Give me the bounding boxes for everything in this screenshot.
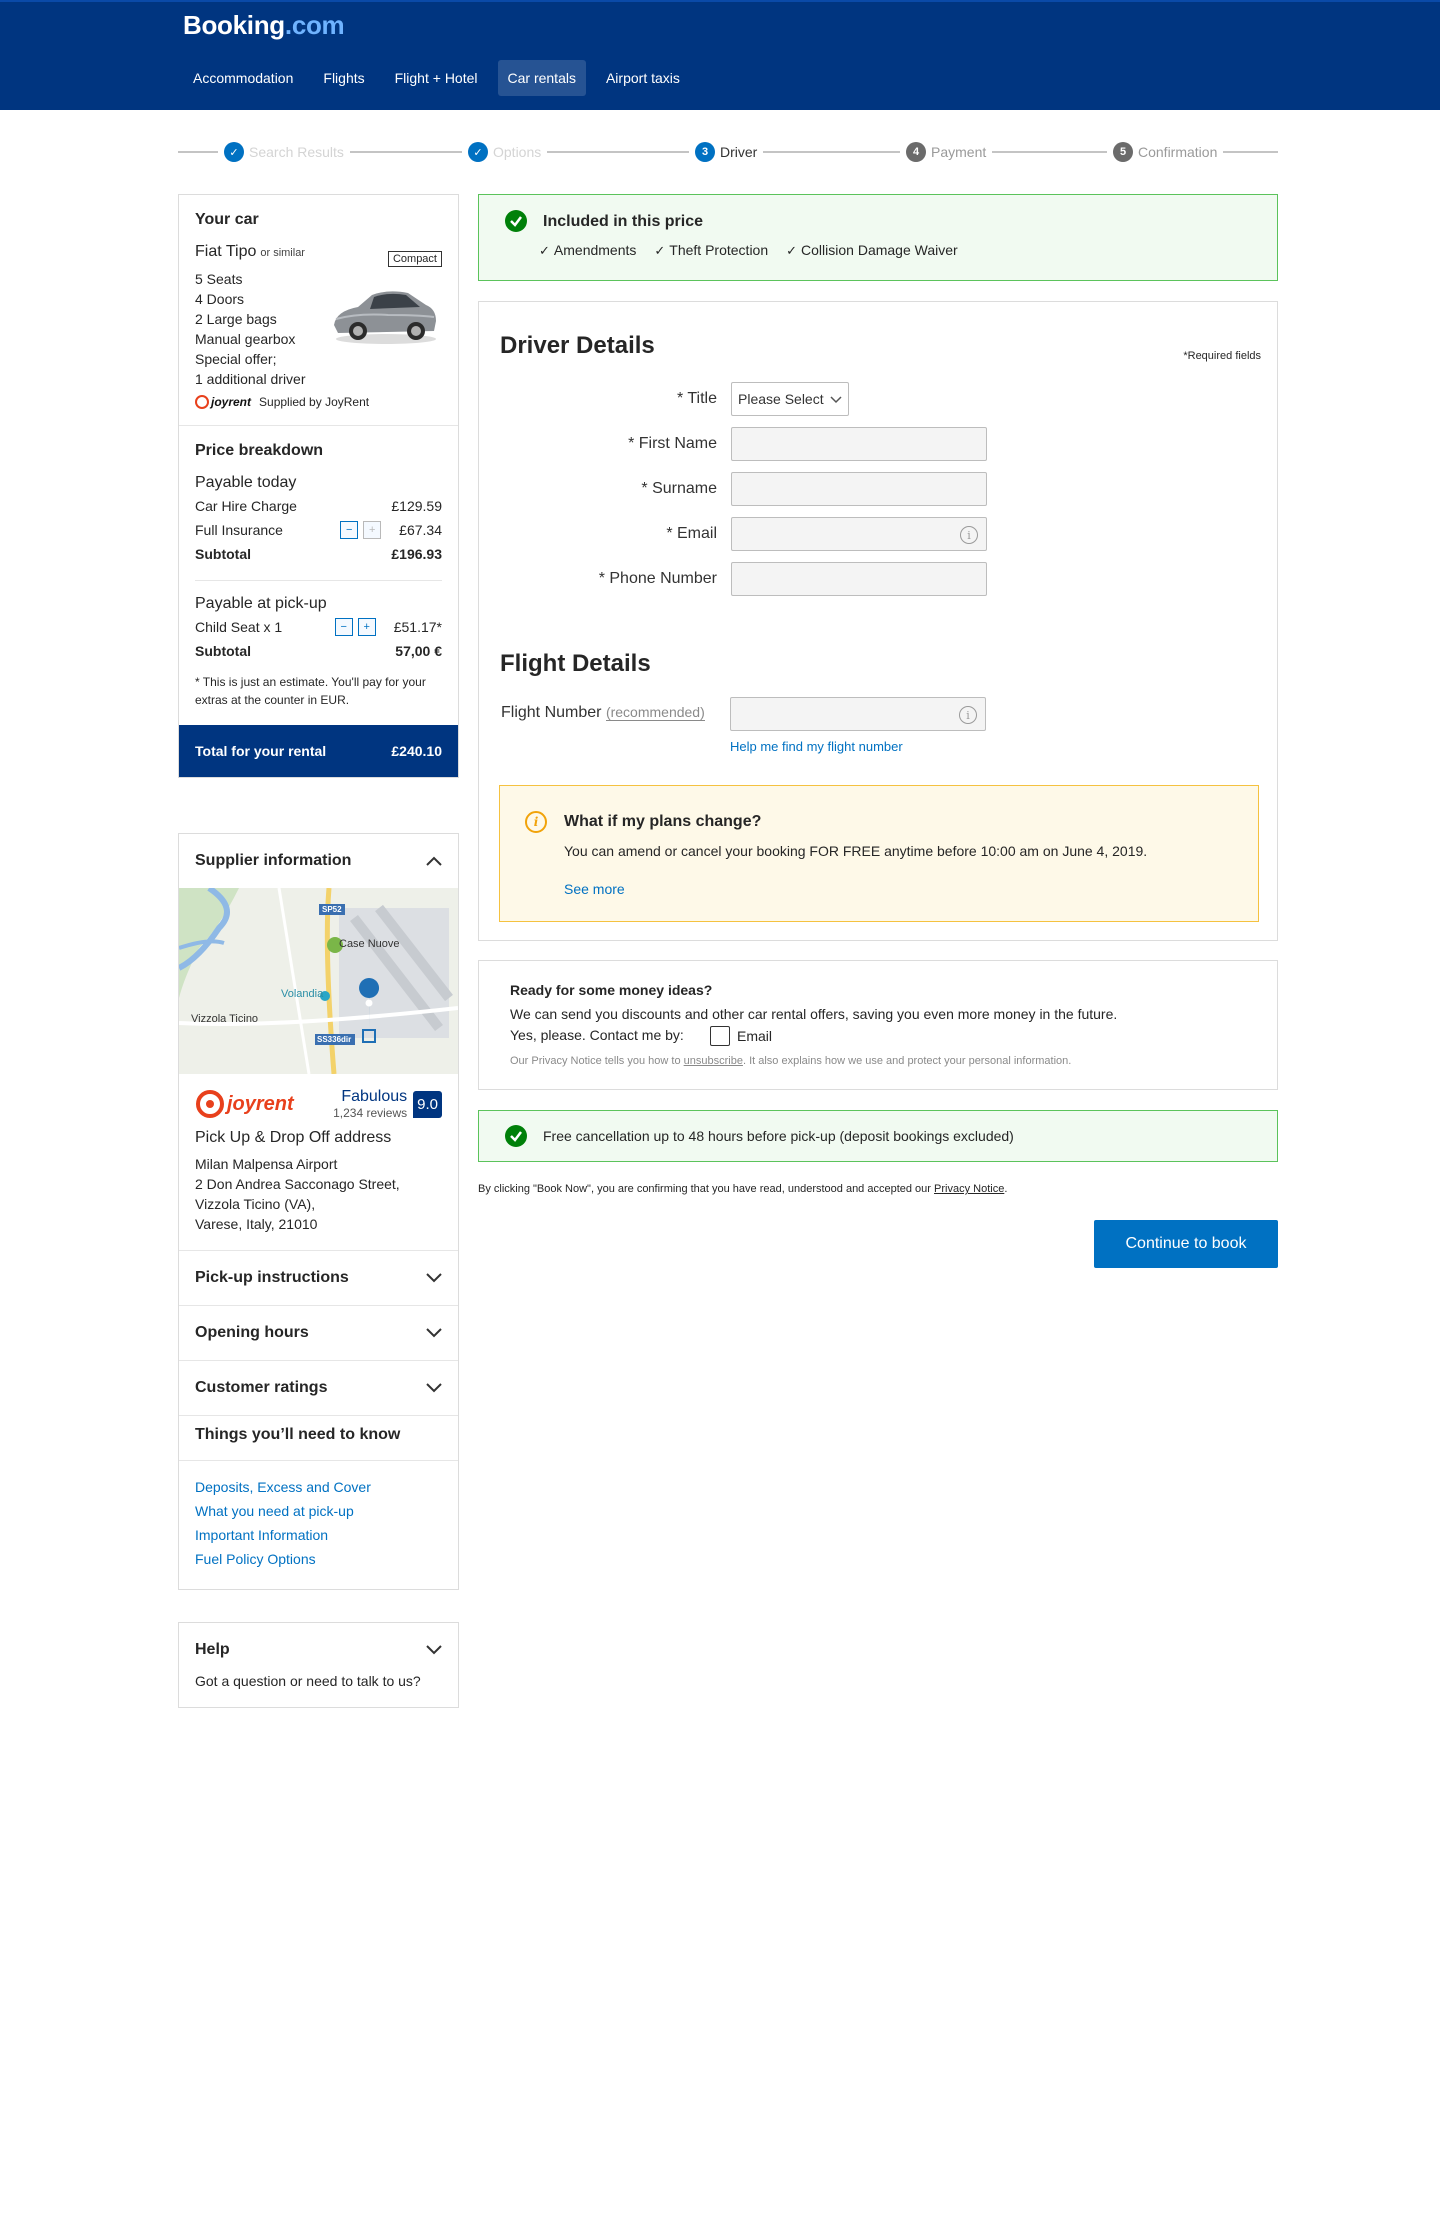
email-optin-checkbox[interactable] [710, 1026, 730, 1046]
check-circle-icon [505, 210, 527, 232]
driver-details-title: Driver Details [500, 332, 655, 359]
step-search-results: ✓ Search Results [218, 142, 350, 162]
car-hire-row: Car Hire Charge £129.59 [195, 498, 442, 514]
check-icon: ✓ [468, 142, 488, 162]
step-number: 4 [906, 142, 926, 162]
increase-button[interactable]: + [357, 618, 376, 636]
nav-airport-taxis[interactable]: Airport taxis [596, 60, 690, 96]
privacy-notice-link[interactable]: Privacy Notice [934, 1183, 1004, 1195]
location-map[interactable]: SP52 Case Nuove Volandia Vizzola Ticino … [179, 888, 458, 1074]
driver-details-card: Driver Details *Required fields * Title … [478, 301, 1278, 941]
step-confirmation: 5 Confirmation [1107, 142, 1224, 162]
car-summary-card: Your car Fiat Tipo or similar Compact 5 S… [178, 194, 459, 778]
car-image [334, 291, 436, 344]
your-car-title: Your car [195, 211, 259, 228]
unsubscribe-link[interactable]: unsubscribe [684, 1055, 743, 1067]
nav-accommodation[interactable]: Accommodation [183, 60, 303, 96]
review-count: 1,234 reviews [333, 1106, 408, 1120]
chevron-down-icon [426, 1328, 442, 1338]
free-cancellation-banner: Free cancellation up to 48 hours before … [478, 1110, 1278, 1162]
today-subtotal-row: Subtotal £196.93 [195, 546, 442, 562]
help-toggle[interactable]: Help [179, 1623, 458, 1673]
plans-change-notice: i What if my plans change? You can amend… [499, 785, 1259, 922]
info-icon[interactable]: i [960, 526, 978, 544]
things-to-know-title: Things you’ll need to know [179, 1415, 458, 1461]
chevron-down-icon [426, 1273, 442, 1283]
step-driver: 3 Driver [689, 142, 764, 162]
site-header: Booking.com Accommodation Flights Flight… [0, 0, 1440, 110]
booking-progress: ✓ Search Results ✓ Options 3 Driver 4 Paymen… [178, 140, 1278, 164]
rating-score-badge: 9.0 [413, 1090, 442, 1118]
decrease-button[interactable]: − [340, 521, 359, 539]
link-deposits[interactable]: Deposits, Excess and Cover [195, 1475, 442, 1499]
opening-hours-toggle[interactable]: Opening hours [179, 1306, 458, 1361]
rating-word: Fabulous [341, 1088, 408, 1105]
flight-details-title: Flight Details [500, 650, 651, 677]
chevron-down-icon [426, 1645, 442, 1655]
required-fields-note: *Required fields [1183, 350, 1261, 362]
see-more-link[interactable]: See more [564, 881, 625, 897]
chevron-up-icon [426, 856, 442, 866]
your-car-section: Your car Fiat Tipo or similar Compact 5 S… [179, 195, 458, 426]
link-important-info[interactable]: Important Information [195, 1523, 442, 1547]
total-price-bar: Total for your rental £240.10 [179, 725, 458, 777]
surname-input[interactable] [731, 472, 987, 506]
main-nav: Accommodation Flights Flight + Hotel Car… [183, 60, 690, 96]
first-name-input[interactable] [731, 427, 987, 461]
insurance-quantity-stepper: − + [340, 521, 382, 539]
pickup-instructions-toggle[interactable]: Pick-up instructions [179, 1251, 458, 1306]
nav-flight-hotel[interactable]: Flight + Hotel [385, 60, 488, 96]
pickup-subtotal-row: Subtotal 57,00 € [195, 643, 442, 659]
increase-button[interactable]: + [363, 521, 382, 539]
price-breakdown-title: Price breakdown [195, 442, 324, 459]
child-seat-quantity-stepper: − + [334, 618, 376, 636]
pickup-address: Pick Up & Drop Off address Milan Malpens… [179, 1128, 458, 1251]
customer-ratings-toggle[interactable]: Customer ratings [179, 1361, 458, 1415]
step-number: 3 [695, 142, 715, 162]
step-number: 5 [1113, 142, 1133, 162]
booking-logo[interactable]: Booking.com [183, 10, 345, 41]
step-payment: 4 Payment [900, 142, 993, 162]
chevron-down-icon [426, 1383, 442, 1393]
phone-number-input[interactable] [731, 562, 987, 596]
joyrent-logo: joyrent [195, 1089, 294, 1119]
joyrent-logo: joyrent [195, 395, 251, 409]
supplier-info-card: Supplier information SP52 Case Nuove Vol… [178, 833, 459, 1590]
supplier-rating-row: joyrent Fabulous 1,234 reviews 9.0 [179, 1074, 458, 1128]
estimate-note: * This is just an estimate. You'll pay f… [195, 675, 426, 707]
included-items: Amendments Theft Protection Collision Da… [539, 242, 958, 259]
nav-car-rentals[interactable]: Car rentals [497, 60, 586, 96]
flight-number-input[interactable]: i [730, 697, 986, 731]
divider [195, 580, 442, 581]
continue-to-book-button[interactable]: Continue to book [1094, 1220, 1278, 1268]
link-fuel-policy[interactable]: Fuel Policy Options [195, 1547, 442, 1571]
car-category-badge: Compact [387, 251, 442, 267]
flight-number-help-link[interactable]: Help me find my flight number [730, 739, 903, 754]
price-breakdown-section: Price breakdown Payable today Car Hire C… [195, 442, 442, 707]
insurance-row: Full Insurance − + £67.34 [195, 521, 442, 539]
link-pickup-requirements[interactable]: What you need at pick-up [195, 1499, 442, 1523]
info-links: Deposits, Excess and Cover What you need… [179, 1461, 458, 1589]
help-text: Got a question or need to talk to us? [195, 1673, 421, 1689]
child-seat-row: Child Seat x 1 − + £51.17* [195, 618, 442, 636]
marketing-optin-card: Ready for some money ideas? We can send … [478, 960, 1278, 1090]
info-warning-icon: i [525, 811, 547, 833]
check-circle-icon [505, 1125, 527, 1147]
check-icon: ✓ [224, 142, 244, 162]
map-graphic [179, 888, 458, 1074]
decrease-button[interactable]: − [334, 618, 353, 636]
chevron-down-icon [830, 396, 842, 404]
nav-flights[interactable]: Flights [313, 60, 374, 96]
car-supplier: joyrent Supplied by JoyRent [195, 395, 442, 409]
legal-notice: By clicking "Book Now", you are confirmi… [478, 1183, 1008, 1195]
title-select[interactable]: Please Select [731, 382, 849, 416]
included-in-price-banner: Included in this price Amendments Theft … [478, 194, 1278, 281]
supplier-info-header[interactable]: Supplier information [179, 834, 458, 888]
info-icon[interactable]: i [959, 706, 977, 724]
help-card: Help Got a question or need to talk to u… [178, 1622, 459, 1708]
step-options: ✓ Options [462, 142, 548, 162]
email-input[interactable]: i [731, 517, 987, 551]
